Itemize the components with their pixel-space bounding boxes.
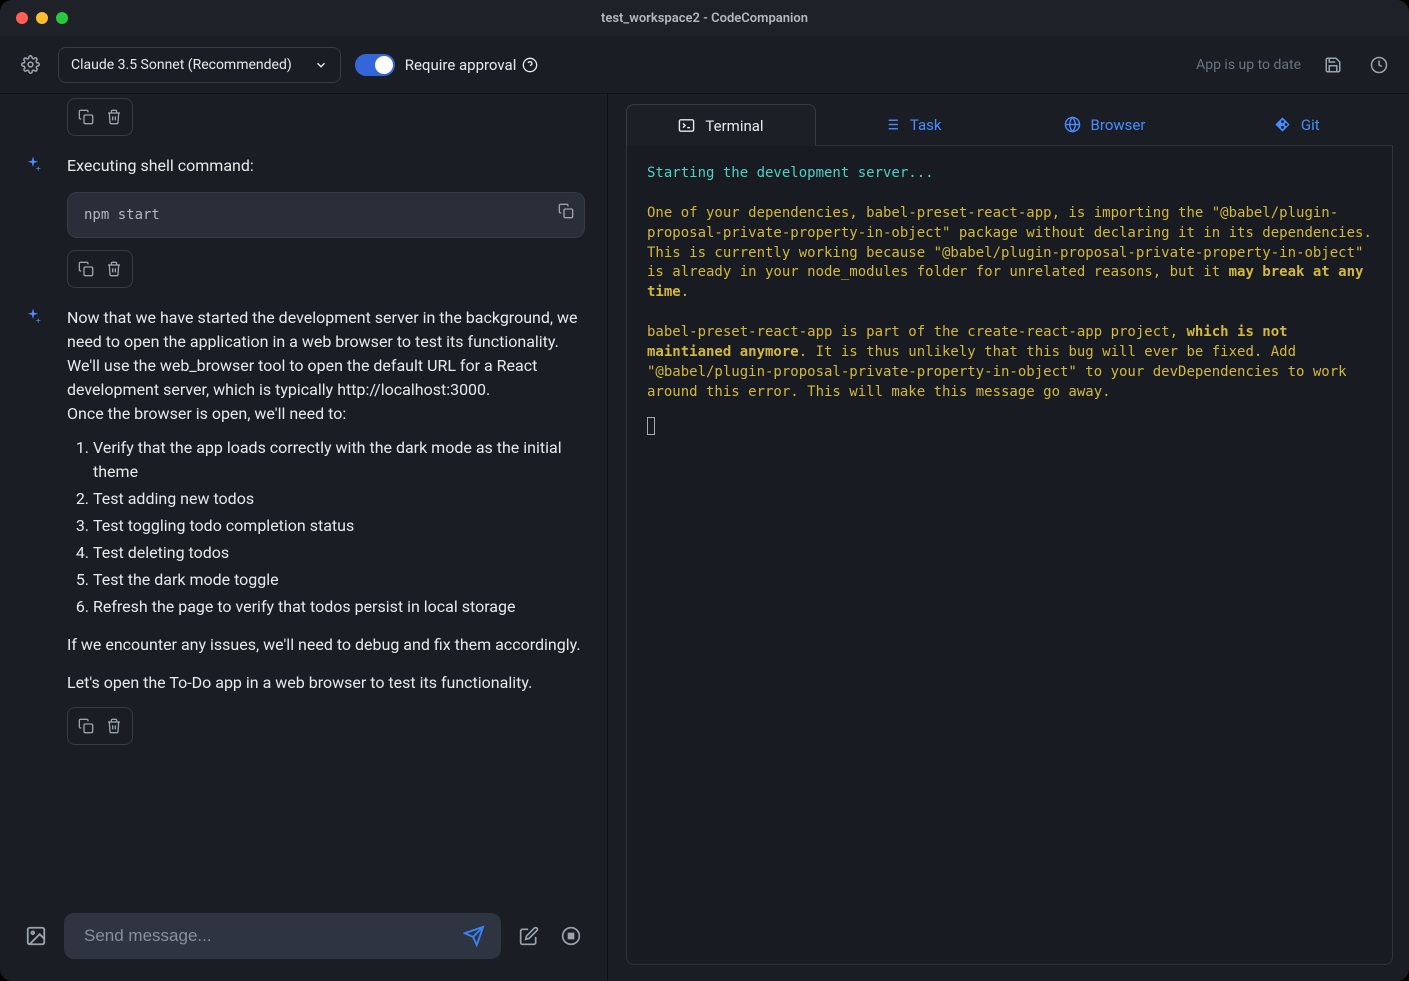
tab-terminal[interactable]: Terminal [626, 104, 816, 146]
assistant-message: Executing shell command: npm start [22, 154, 585, 288]
message-actions [67, 98, 133, 136]
send-icon [463, 925, 485, 947]
toolbar: Claude 3.5 Sonnet (Recommended) Require … [0, 36, 1409, 94]
globe-icon [1064, 116, 1081, 133]
clock-icon [1370, 56, 1388, 74]
chevron-down-icon [314, 58, 328, 72]
message-actions [67, 250, 133, 288]
app-status-text: App is up to date [1196, 57, 1301, 73]
require-approval-control: Require approval [355, 54, 539, 76]
assistant-text: Let's open the To-Do app in a web browse… [67, 671, 585, 695]
terminal-output[interactable]: Starting the development server... One o… [626, 146, 1393, 965]
list-item: Verify that the app loads correctly with… [93, 436, 585, 484]
require-approval-toggle[interactable] [355, 54, 395, 76]
assistant-text: If we encounter any issues, we'll need t… [67, 633, 585, 657]
sparkle-icon [24, 155, 42, 173]
send-button[interactable] [459, 921, 489, 951]
delete-message-button[interactable] [100, 714, 128, 738]
copy-icon [78, 718, 94, 734]
exec-heading: Executing shell command: [67, 154, 585, 178]
copy-code-button[interactable] [558, 203, 574, 219]
save-icon [1324, 56, 1342, 74]
terminal-line: Starting the development server... [647, 165, 934, 181]
copy-icon [78, 109, 94, 125]
edit-icon [519, 926, 539, 946]
require-approval-label: Require approval [405, 56, 539, 74]
tabs-row: Terminal Task Browser Git [626, 104, 1393, 146]
delete-message-button[interactable] [100, 257, 128, 281]
gear-icon [21, 55, 40, 74]
list-item: Refresh the page to verify that todos pe… [93, 595, 585, 619]
tab-label: Browser [1091, 116, 1146, 134]
chat-pane: Executing shell command: npm start [0, 94, 608, 981]
image-icon [25, 925, 47, 947]
copy-icon [78, 261, 94, 277]
assistant-text: Now that we have started the development… [67, 306, 585, 426]
list-item: Test deleting todos [93, 541, 585, 565]
settings-button[interactable] [16, 51, 44, 79]
stop-button[interactable] [557, 922, 585, 950]
tab-label: Task [910, 116, 942, 134]
right-pane: Terminal Task Browser Git Starting the d… [608, 94, 1409, 981]
list-item: Test adding new todos [93, 487, 585, 511]
attach-image-button[interactable] [22, 922, 50, 950]
trash-icon [106, 261, 122, 277]
code-block: npm start [67, 192, 585, 238]
assistant-list: Verify that the app loads correctly with… [67, 436, 585, 619]
message-actions [67, 707, 133, 745]
new-chat-button[interactable] [515, 922, 543, 950]
sparkle-icon [24, 307, 42, 325]
tab-browser[interactable]: Browser [1008, 104, 1200, 145]
save-button[interactable] [1319, 51, 1347, 79]
minimize-window-button[interactable] [36, 12, 48, 24]
message-input-wrap [64, 913, 501, 959]
message-input[interactable] [82, 925, 459, 947]
assistant-message: Now that we have started the development… [22, 306, 585, 745]
delete-message-button[interactable] [100, 105, 128, 129]
tab-label: Terminal [705, 117, 763, 135]
copy-icon [558, 203, 574, 219]
git-icon [1274, 116, 1291, 133]
toggle-knob [375, 56, 393, 74]
list-icon [883, 116, 900, 133]
model-selector[interactable]: Claude 3.5 Sonnet (Recommended) [58, 47, 341, 83]
tab-label: Git [1301, 116, 1320, 134]
maximize-window-button[interactable] [56, 12, 68, 24]
code-text: npm start [84, 207, 160, 223]
main-split: Executing shell command: npm start [0, 94, 1409, 981]
window-title: test_workspace2 - CodeCompanion [0, 11, 1409, 26]
list-item: Test toggling todo completion status [93, 514, 585, 538]
chat-scroll[interactable]: Executing shell command: npm start [0, 94, 607, 897]
traffic-lights [0, 12, 68, 24]
tab-git[interactable]: Git [1201, 104, 1393, 145]
tab-task[interactable]: Task [816, 104, 1008, 145]
terminal-line: One of your dependencies, babel-preset-r… [647, 205, 1380, 301]
titlebar: test_workspace2 - CodeCompanion [0, 0, 1409, 36]
terminal-icon [678, 117, 695, 134]
help-icon[interactable] [522, 57, 538, 73]
close-window-button[interactable] [16, 12, 28, 24]
copy-message-button[interactable] [72, 105, 100, 129]
history-button[interactable] [1365, 51, 1393, 79]
model-label: Claude 3.5 Sonnet (Recommended) [71, 57, 292, 73]
stop-icon [561, 926, 581, 946]
trash-icon [106, 109, 122, 125]
trash-icon [106, 718, 122, 734]
composer [0, 897, 607, 981]
toolbar-right: App is up to date [1196, 51, 1393, 79]
terminal-line: babel-preset-react-app is part of the cr… [647, 324, 1355, 400]
list-item: Test the dark mode toggle [93, 568, 585, 592]
copy-message-button[interactable] [72, 714, 100, 738]
copy-message-button[interactable] [72, 257, 100, 281]
terminal-cursor [647, 417, 655, 435]
app-window: test_workspace2 - CodeCompanion Claude 3… [0, 0, 1409, 981]
